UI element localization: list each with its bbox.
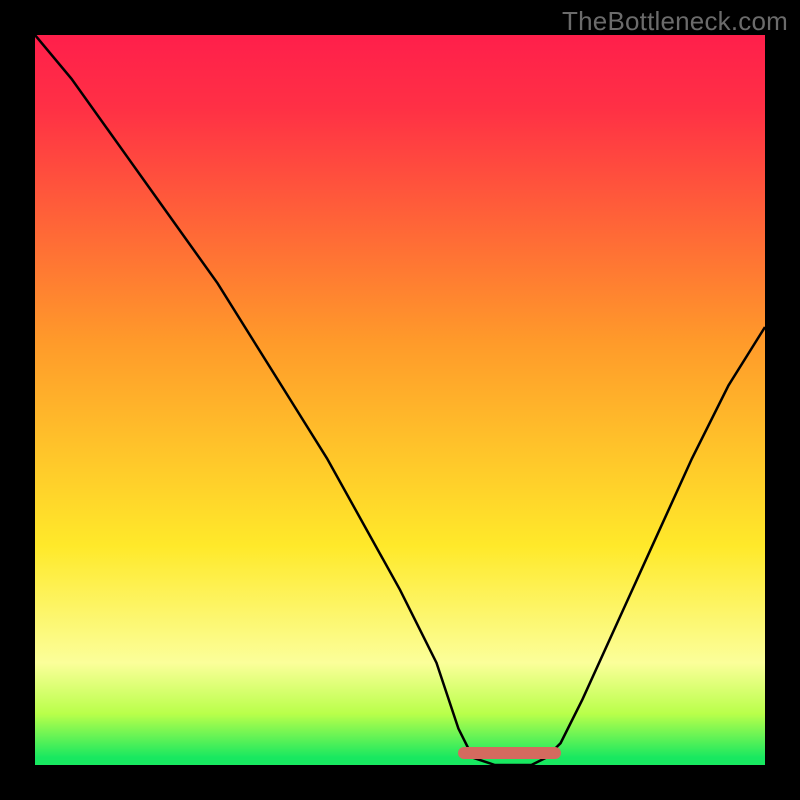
curve-path [35,35,765,765]
optimal-range-marker [458,747,560,759]
bottleneck-curve [35,35,765,765]
chart-frame: TheBottleneck.com [0,0,800,800]
plot-area [35,35,765,765]
watermark-text: TheBottleneck.com [562,6,788,37]
